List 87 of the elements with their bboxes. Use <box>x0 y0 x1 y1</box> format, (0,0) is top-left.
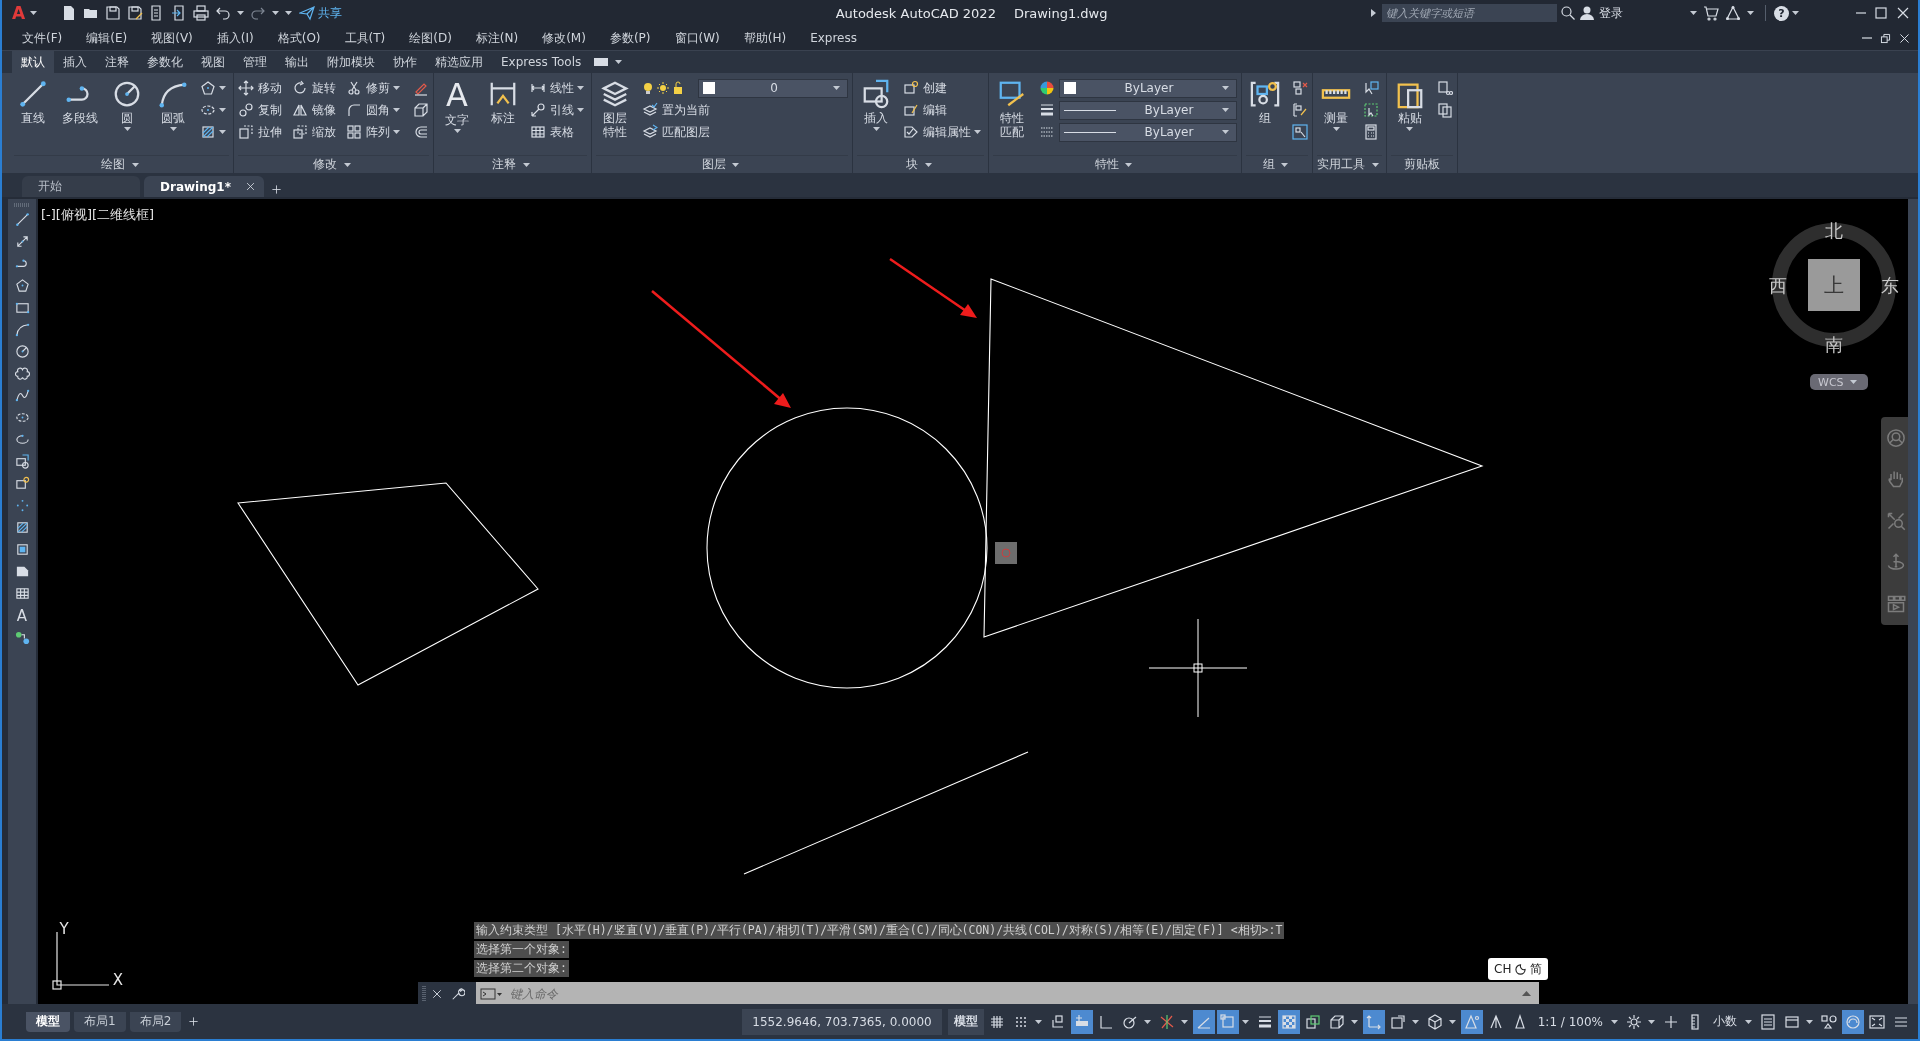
ribbon-tool-button[interactable]: 缩放 <box>292 123 336 141</box>
ribbon-tool-button[interactable]: 创建 <box>903 79 947 97</box>
layout-tab[interactable]: 布局1 <box>74 1011 126 1032</box>
ribbon-tool-button[interactable]: 旋转 <box>292 79 336 97</box>
y-axis-label: Y <box>59 920 69 938</box>
menu-item[interactable]: 绘图(D) <box>409 29 452 47</box>
ribbon-tool-button[interactable]: 圆弧 <box>154 77 192 155</box>
ribbon-tool-button[interactable]: 匹配图层 <box>642 123 710 141</box>
ribbon-tool-button[interactable]: 修剪 <box>346 79 390 97</box>
ribbon-tool-button[interactable]: 线性 <box>530 79 574 97</box>
ribbon-tab[interactable]: 协作 <box>384 51 426 73</box>
ime-mode: 简 <box>1530 960 1543 978</box>
status-dropdown[interactable]: 小数 <box>1708 1009 1742 1034</box>
model-space-button[interactable]: 模型 <box>947 1008 984 1035</box>
layer-dropdown[interactable]: 0 <box>698 78 848 98</box>
menu-item[interactable]: 参数(P) <box>609 29 651 47</box>
text-tool-icon: A <box>446 79 468 111</box>
ribbon-tool-button[interactable]: A 文字 <box>438 77 476 155</box>
ribbon-tab[interactable]: 参数化 <box>138 51 192 73</box>
ribbon-tab[interactable]: 输出 <box>276 51 318 73</box>
menu-item[interactable]: 格式(O) <box>277 29 321 47</box>
ribbon-tool-button[interactable]: 圆 <box>108 77 146 155</box>
menu-item[interactable]: Express <box>810 29 857 47</box>
ribbon-tool-button[interactable]: 阵列 <box>346 123 390 141</box>
menu-item[interactable]: 视图(V) <box>151 29 193 47</box>
ime-language: CH <box>1494 962 1512 976</box>
ribbon-tool-button[interactable]: 编辑属性 <box>903 123 971 141</box>
compass-east[interactable]: 东 <box>1881 275 1899 296</box>
file-name: Drawing1.dwg <box>1013 5 1108 21</box>
ribbon-tool-button[interactable]: 直线 <box>14 77 52 155</box>
property-dropdown[interactable]: ByLayer <box>1059 78 1237 98</box>
drawing-canvas[interactable]: [-][俯视][二维线框] 北 西 上 东 南 Y X WCS 输入约束类型 [水平(H)/竖直(V)/垂直(P)/平行(PA)/相切(T)/平滑(SM)/重合(C)/同心(CON)/共线(COL)/对称(S)/相等(E)/固定(F)] <相切>:T 选择第一个对象: 选择第二个对象: CH 简 键入命令 <box>38 199 1908 1004</box>
ribbon-tab[interactable]: 视图 <box>192 51 234 73</box>
sign-in-button[interactable]: 登录 <box>1579 4 1623 22</box>
ribbon-tool-button[interactable]: 标注 <box>484 77 522 155</box>
menu-item[interactable]: 编辑(E) <box>86 29 128 47</box>
ribbon-tool-button[interactable]: 测量 <box>1317 77 1355 155</box>
ribbon-tool-button[interactable]: 拉伸 <box>238 123 282 141</box>
viewport-label[interactable]: [-][俯视][二维线框] <box>41 206 155 224</box>
property-dropdown[interactable]: ByLayer <box>1059 122 1237 142</box>
menu-item[interactable]: 插入(I) <box>216 29 254 47</box>
document-tab[interactable]: Drawing1* <box>144 176 264 197</box>
ribbon-tool-button[interactable]: 置为当前 <box>642 101 710 119</box>
property-dropdown[interactable]: ByLayer <box>1059 100 1237 120</box>
coordinates-display[interactable]: 1552.9646, 703.7365, 0.0000 <box>742 1008 942 1035</box>
command-input-field[interactable]: 键入命令 <box>508 985 1516 1002</box>
viewcube-face-label: 上 <box>1824 273 1844 297</box>
document-tab[interactable]: 开始 <box>22 176 140 197</box>
menu-item[interactable]: 窗口(W) <box>674 29 720 47</box>
ribbon-tab[interactable]: 默认 <box>12 51 54 73</box>
ribbon-tool-button[interactable]: 引线 <box>530 101 574 119</box>
help-button[interactable]: ? <box>1774 5 1789 21</box>
ribbon-tool-button[interactable]: 表格 <box>530 123 574 141</box>
menu-item[interactable]: 修改(M) <box>542 29 586 47</box>
ribbon-tool-button[interactable]: 圆角 <box>346 101 390 119</box>
ribbon-tool-button[interactable]: 移动 <box>238 79 282 97</box>
ribbon-tool-button[interactable]: 编辑 <box>903 101 947 119</box>
layout-tab[interactable]: 布局2 <box>129 1011 182 1032</box>
ribbon-tool-button[interactable]: 图层特性 <box>596 77 634 155</box>
text-tool-button[interactable]: A <box>12 606 32 625</box>
menu-item[interactable]: 帮助(H) <box>743 29 787 47</box>
menu-item[interactable]: 文件(F) <box>22 29 63 47</box>
menu-item[interactable]: 工具(T) <box>344 29 386 47</box>
search-field[interactable]: 键入关键字或短语 <box>1382 4 1557 22</box>
ribbon-tool-button[interactable]: 镜像 <box>292 101 336 119</box>
app-title: Autodesk AutoCAD 2022 <box>835 5 996 21</box>
compass-south[interactable]: 南 <box>1825 334 1843 355</box>
compass-north[interactable]: 北 <box>1825 220 1843 241</box>
ribbon-tool-button[interactable]: 多段线 <box>60 77 100 155</box>
x-axis-label: X <box>112 971 124 989</box>
ribbon-tool-button[interactable]: 粘贴 <box>1390 77 1429 155</box>
ribbon-tool-button[interactable]: 组 <box>1246 77 1284 155</box>
ribbon-tool-button[interactable]: 复制 <box>238 101 282 119</box>
layout-tab[interactable]: 模型 <box>26 1011 70 1032</box>
share-button[interactable]: 共享 <box>299 4 343 22</box>
ime-indicator[interactable]: CH 简 <box>1488 958 1549 980</box>
ribbon-tool-button[interactable]: 插入 <box>857 77 895 155</box>
ribbon-tab[interactable]: 附加模块 <box>318 51 384 73</box>
menu-item[interactable]: 标注(N) <box>475 29 519 47</box>
ribbon-tab[interactable]: 插入 <box>54 51 96 73</box>
ribbon-tab[interactable]: 注释 <box>96 51 138 73</box>
ribbon-tab[interactable]: 管理 <box>234 51 276 73</box>
ribbon-tab[interactable]: Express Tools <box>492 51 591 73</box>
status-dropdown[interactable]: 1:1 / 100% <box>1532 1009 1608 1034</box>
ribbon-tab[interactable]: 精选应用 <box>426 51 492 73</box>
ribbon-tool-button[interactable]: 特性匹配 <box>993 77 1031 155</box>
compass-west[interactable]: 西 <box>1769 275 1787 296</box>
